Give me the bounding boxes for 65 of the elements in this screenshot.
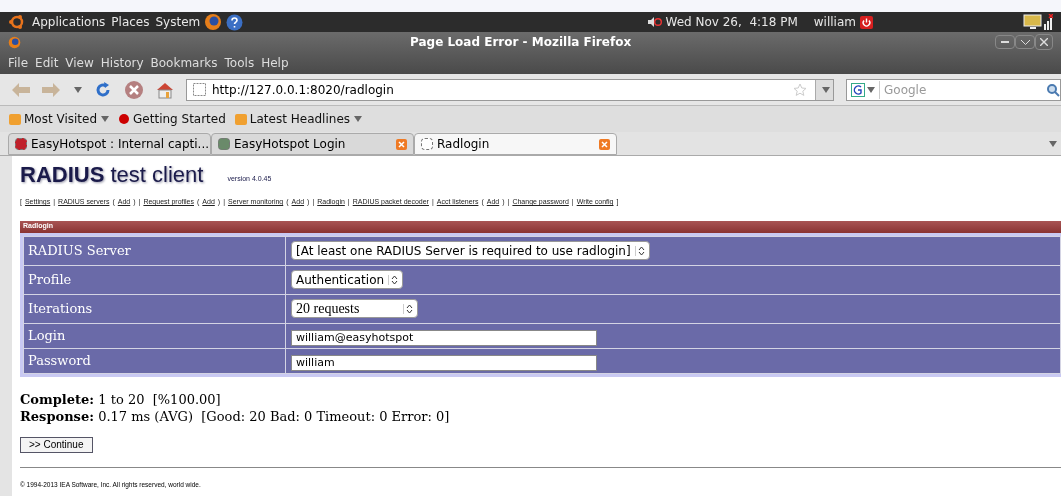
user-name[interactable]: william xyxy=(813,13,856,31)
browser-icon[interactable] xyxy=(204,13,223,31)
reload-icon[interactable] xyxy=(94,80,112,99)
panel-menu[interactable]: System xyxy=(155,13,201,31)
home-icon[interactable] xyxy=(156,80,174,99)
field-label: Login xyxy=(23,323,286,348)
result-line: Complete: 1 to 20 [%100.00] xyxy=(20,390,222,408)
folder-icon xyxy=(8,112,22,126)
menu-item[interactable]: File xyxy=(8,54,29,72)
menu-item[interactable]: History xyxy=(100,54,144,72)
menu-item[interactable]: Edit xyxy=(35,54,59,72)
page-icon xyxy=(193,83,206,96)
power-icon[interactable] xyxy=(860,15,873,29)
panel-menu[interactable]: Applications xyxy=(32,13,106,31)
close-icon[interactable] xyxy=(396,138,407,150)
tab-list-icon xyxy=(1049,141,1057,147)
history-dropdown-icon xyxy=(74,86,82,93)
close-icon xyxy=(1040,38,1048,46)
minimize-button[interactable] xyxy=(995,35,1015,49)
page-title: RADIUS test client xyxy=(20,164,204,186)
field-label: RADIUS Server xyxy=(23,236,286,265)
select-field[interactable]: 20 requests xyxy=(291,299,418,318)
updown-icon xyxy=(406,303,413,314)
address-field[interactable]: http://127.0.0.1:8020/radlogin xyxy=(186,78,834,101)
tab[interactable]: EasyHotspot : Internal capti... xyxy=(8,133,211,155)
folder-icon xyxy=(233,112,248,126)
window-title: Page Load Error - Mozilla Firefox xyxy=(410,34,632,51)
select-field[interactable]: Authentication xyxy=(291,270,404,289)
tab[interactable]: EasyHotspot Login xyxy=(211,133,414,155)
text-field[interactable]: william xyxy=(291,354,597,371)
search-icon[interactable] xyxy=(1046,82,1060,97)
help-icon[interactable] xyxy=(226,13,244,31)
network-icon[interactable] xyxy=(1043,14,1053,30)
browser-icon xyxy=(8,35,21,49)
updown-icon xyxy=(391,274,399,285)
volume-muted-icon[interactable] xyxy=(647,16,662,28)
dropdown-icon xyxy=(867,86,875,93)
stop-icon[interactable] xyxy=(124,79,144,100)
bookmark-item[interactable]: Most Visited xyxy=(8,110,110,128)
continue-button[interactable]: >> Continue xyxy=(20,436,93,453)
menu-item[interactable]: Bookmarks xyxy=(150,54,218,72)
select-field[interactable]: [At least one RADIUS Server is required to use radlogin] xyxy=(291,241,650,260)
result-line: Response: 0.17 ms (AVG) [Good: 20 Bad: 0 Timeout: 0 Error: 0] xyxy=(20,407,451,425)
menu-item[interactable]: View xyxy=(65,54,94,72)
field-label: Password xyxy=(23,348,286,373)
dropdown-icon xyxy=(821,86,830,93)
star-icon[interactable] xyxy=(793,82,807,97)
chevron-down-icon xyxy=(1020,39,1030,45)
bookmark-item[interactable]: Latest Headlines xyxy=(233,110,362,128)
close-icon[interactable] xyxy=(599,138,610,150)
maximize-button[interactable] xyxy=(1015,35,1035,49)
search-engine-icon[interactable] xyxy=(851,82,865,97)
tab[interactable]: Radlogin xyxy=(414,133,617,155)
updown-icon xyxy=(637,245,645,256)
menu-item[interactable]: Help xyxy=(261,54,289,72)
field-label: Iterations xyxy=(23,294,286,323)
panel-menu[interactable]: Places xyxy=(111,13,150,31)
close-button[interactable] xyxy=(1035,34,1053,50)
clock[interactable]: Wed Nov 26, 4:18 PM xyxy=(665,13,798,31)
bookmark-item[interactable]: Getting Started xyxy=(117,110,226,128)
menu-item[interactable]: Tools xyxy=(224,54,255,72)
display-icon[interactable] xyxy=(1023,14,1043,30)
text-field[interactable]: william@easyhotspot xyxy=(291,329,597,346)
minimize-icon xyxy=(1001,41,1009,43)
field-label: Profile xyxy=(23,265,286,294)
